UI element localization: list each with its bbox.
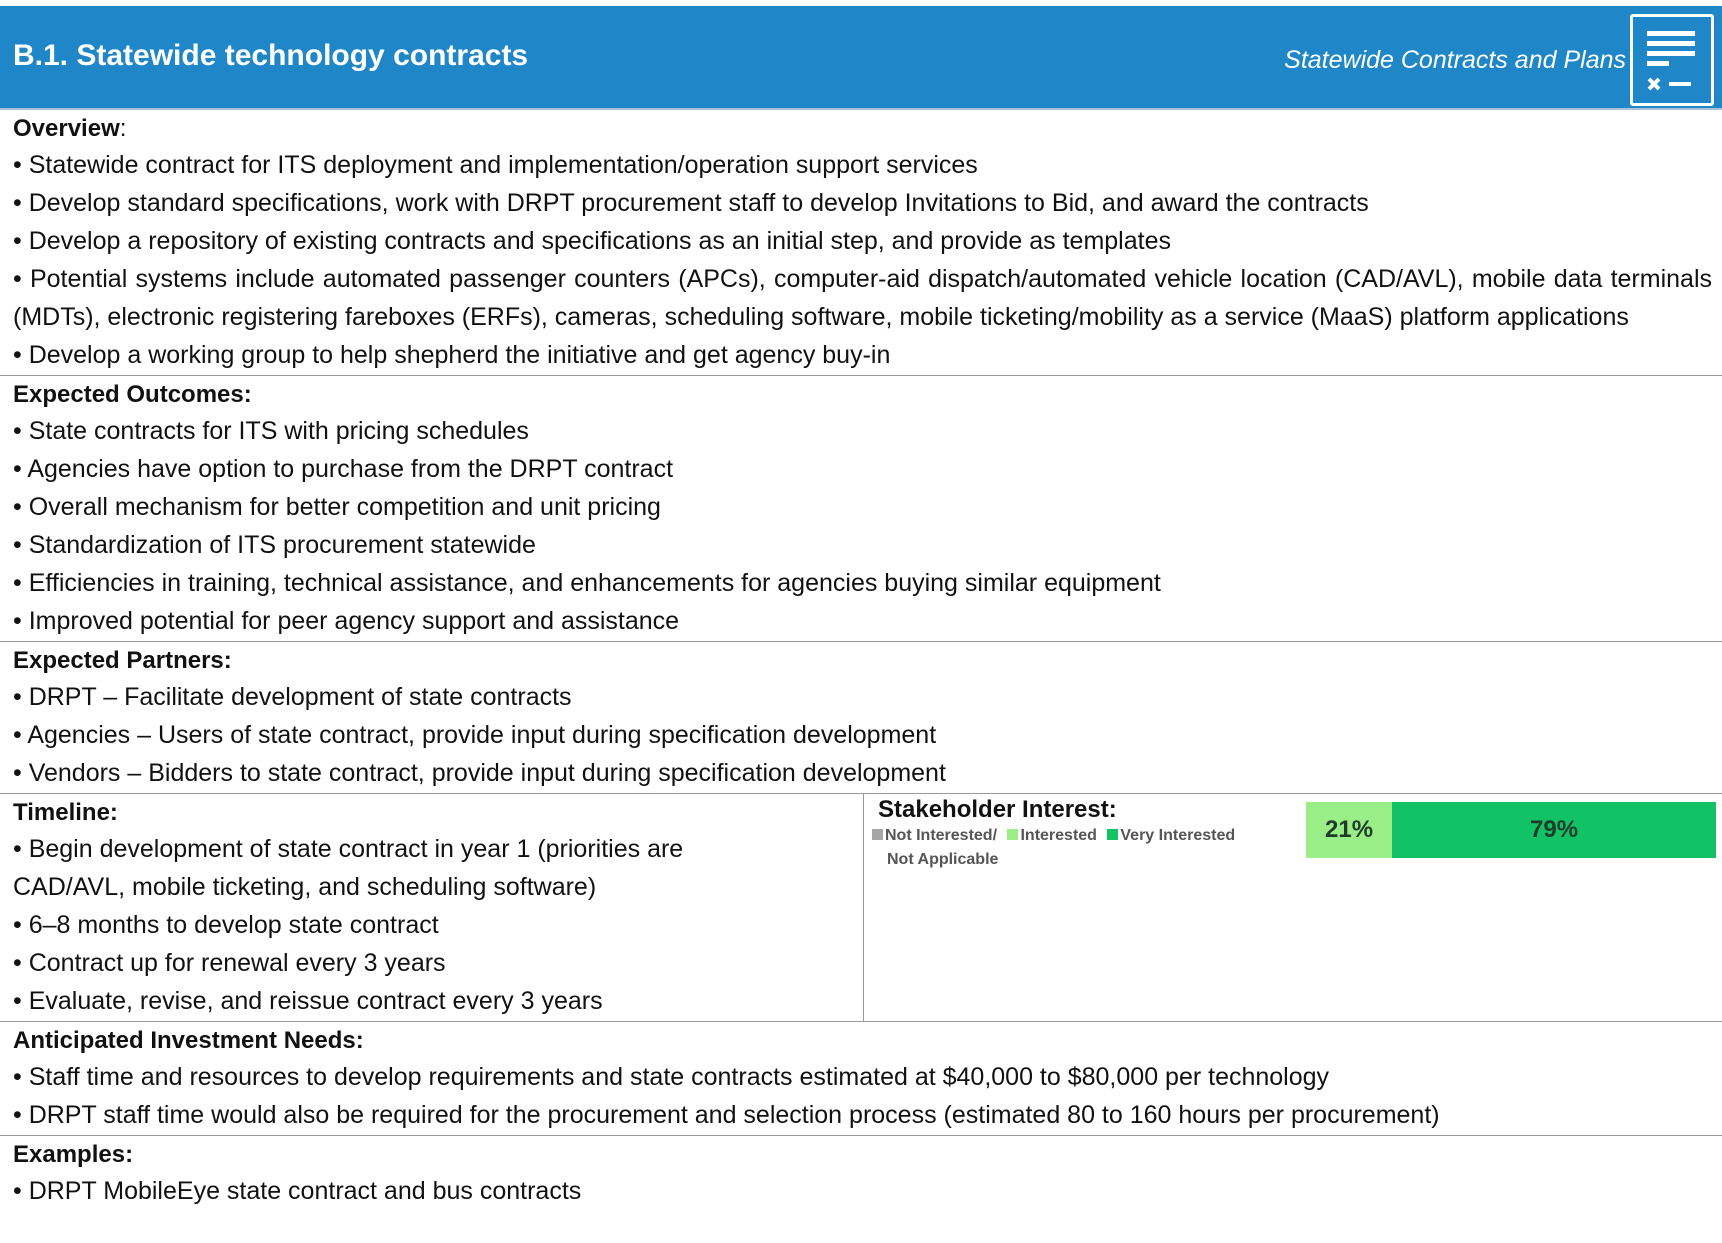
partners-section: Expected Partners: • DRPT – Facilitate d… — [0, 642, 1722, 794]
data-label: 79% — [1530, 816, 1579, 843]
list-item: • Evaluate, revise, and reissue contract… — [13, 987, 603, 1015]
list-item: • DRPT – Facilitate development of state… — [13, 683, 572, 711]
investment-section: Anticipated Investment Needs: • Staff ti… — [0, 1022, 1722, 1136]
stacked-bar-chart: 21% 79% — [1306, 802, 1716, 858]
partners-heading: Expected Partners: — [13, 647, 232, 674]
legend-swatch — [872, 829, 883, 840]
list-item: • Efficiencies in training, technical as… — [13, 569, 1161, 597]
legend-item-very-interested: Very Interested — [1107, 827, 1235, 844]
list-item: • Statewide contract for ITS deployment … — [13, 151, 978, 179]
outcomes-section: Expected Outcomes: • State contracts for… — [0, 376, 1722, 642]
stakeholder-interest-panel: Stakeholder Interest: Not Interested/ In… — [864, 794, 1722, 1020]
list-item: • Standardization of ITS procurement sta… — [13, 531, 536, 559]
section-header: B.1. Statewide technology contracts Stat… — [0, 6, 1722, 110]
examples-heading: Examples: — [13, 1141, 134, 1168]
investment-heading: Anticipated Investment Needs: — [13, 1027, 364, 1054]
list-item: • DRPT MobileEye state contract and bus … — [13, 1177, 582, 1205]
list-item: • 6–8 months to develop state contract — [13, 911, 439, 939]
overview-heading: Overview: — [13, 115, 127, 142]
list-item: • DRPT staff time would also be required… — [13, 1101, 1440, 1129]
examples-section: Examples: • DRPT MobileEye state contrac… — [0, 1136, 1722, 1211]
page-title: B.1. Statewide technology contracts — [13, 39, 529, 72]
list-item: • Staff time and resources to develop re… — [13, 1063, 1330, 1091]
list-item: • Develop a working group to help shephe… — [13, 341, 891, 369]
timeline-section: Timeline: • Begin development of state c… — [0, 794, 864, 1021]
legend-swatch — [1107, 829, 1119, 840]
list-item: • Begin development of state contract in… — [13, 835, 684, 863]
list-item: • State contracts for ITS with pricing s… — [13, 417, 529, 445]
chart-legend: Not Interested/ Interested Very Interest… — [872, 824, 1241, 872]
list-item: • Agencies – Users of state contract, pr… — [13, 721, 937, 749]
legend-item-not-interested: Not Interested/ — [872, 827, 997, 844]
list-item: CAD/AVL, mobile ticketing, and schedulin… — [13, 873, 597, 901]
category-subtitle: Statewide Contracts and Plans — [1284, 46, 1626, 74]
list-item: • Develop standard specifications, work … — [13, 189, 1369, 217]
bar-segment-interested: 21% — [1306, 802, 1393, 858]
list-item: • Agencies have option to purchase from … — [13, 455, 674, 483]
bar-segment-very-interested: 79% — [1392, 802, 1716, 858]
list-item: • Vendors – Bidders to state contract, p… — [13, 759, 946, 787]
outcomes-heading: Expected Outcomes: — [13, 381, 252, 408]
legend-swatch — [1007, 829, 1019, 840]
document-checklist-icon — [1630, 14, 1714, 106]
overview-section: Overview: • Statewide contract for ITS d… — [0, 110, 1722, 376]
timeline-stakeholder-row: Timeline: • Begin development of state c… — [0, 794, 1722, 1022]
legend-line-2: Not Applicable — [887, 851, 999, 868]
stakeholder-heading: Stakeholder Interest: — [878, 796, 1117, 823]
legend-item-interested: Interested — [1007, 827, 1097, 844]
list-item: • Develop a repository of existing contr… — [13, 227, 1171, 255]
list-item: • Improved potential for peer agency sup… — [13, 607, 680, 635]
list-item: • Overall mechanism for better competiti… — [13, 493, 661, 521]
data-label: 21% — [1325, 816, 1374, 843]
list-item: • Contract up for renewal every 3 years — [13, 949, 446, 977]
list-item: • Potential systems include automated pa… — [13, 265, 1712, 331]
timeline-heading: Timeline: — [13, 799, 118, 826]
